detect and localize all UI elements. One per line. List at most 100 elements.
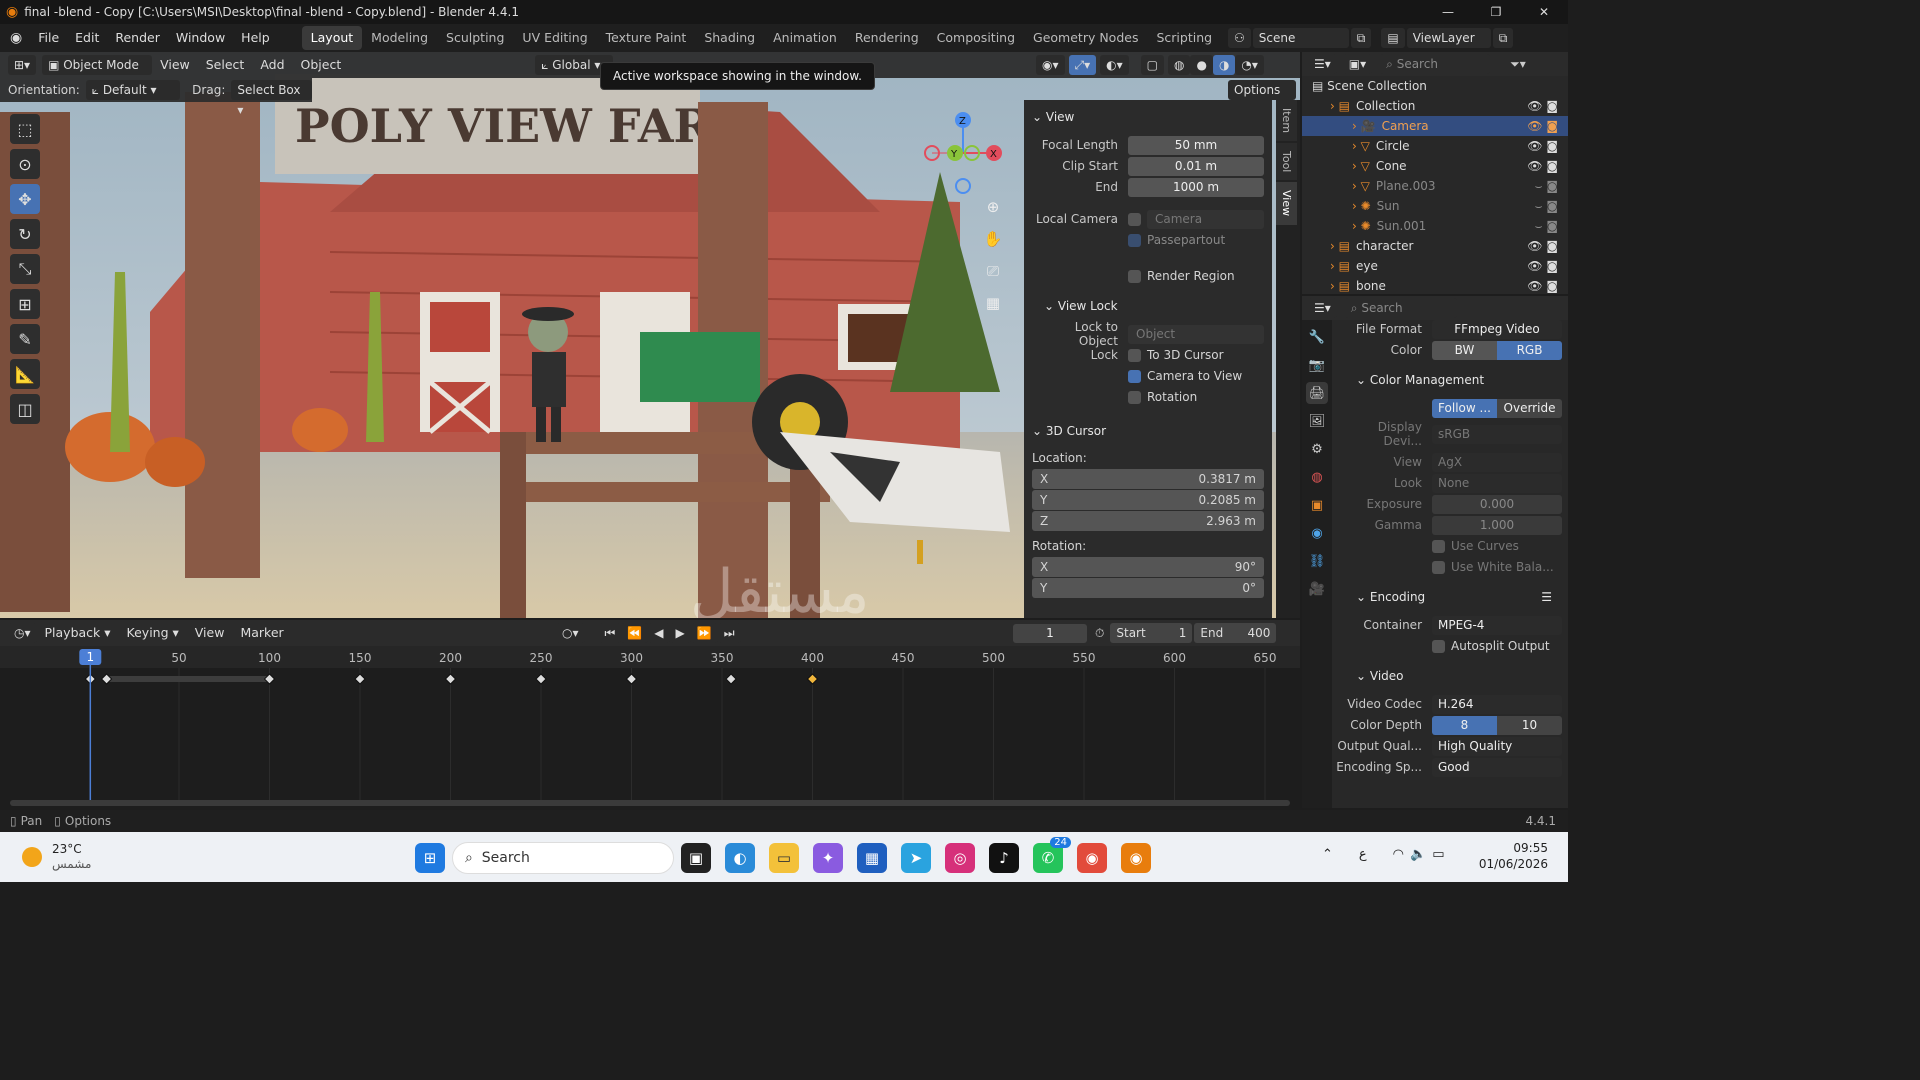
tab-layout[interactable]: Layout bbox=[301, 26, 363, 50]
shading-material-icon[interactable]: ◑ bbox=[1212, 55, 1236, 75]
battery-icon[interactable]: ▭ bbox=[1432, 847, 1444, 862]
mode-selector[interactable]: ▣ Object Mode ▾ bbox=[42, 55, 153, 92]
weather-widget[interactable]: 23°C مشمس bbox=[52, 842, 91, 872]
outliner-item-plane-003[interactable]: › ▽ Plane.003 ⌣ ◙ bbox=[1302, 176, 1568, 196]
encoding-header[interactable]: ⌄ Encoding ☰ bbox=[1336, 586, 1562, 608]
cursor-z-field[interactable]: 2.963 m bbox=[1060, 514, 1256, 528]
tab-rendering[interactable]: Rendering bbox=[846, 26, 928, 50]
follow-scene-button[interactable]: Follow ... bbox=[1432, 398, 1497, 418]
tiktok-icon[interactable]: ♪ bbox=[989, 843, 1019, 873]
visibility-eye-icon[interactable]: 👁 ◙ bbox=[1527, 136, 1558, 156]
timeline-ruler[interactable] bbox=[0, 646, 1300, 668]
jump-start-icon[interactable]: ⏮ bbox=[598, 623, 622, 643]
view-transform-dropdown[interactable]: AgX bbox=[1432, 452, 1562, 472]
override-button[interactable]: Override bbox=[1497, 398, 1562, 418]
menu-file[interactable]: File bbox=[30, 24, 67, 52]
overlay-icon[interactable]: ◐▾ bbox=[1100, 55, 1129, 75]
file-format-dropdown[interactable]: FFmpeg Video bbox=[1432, 319, 1562, 339]
look-dropdown[interactable]: None bbox=[1432, 473, 1562, 493]
timeline-scrollbar[interactable] bbox=[10, 800, 1290, 806]
file-explorer-icon[interactable]: ▭ bbox=[769, 843, 799, 873]
transform-tool-icon[interactable]: ⊞ bbox=[10, 289, 40, 319]
blender-taskbar-icon[interactable]: ◉ bbox=[1121, 843, 1151, 873]
tab-uv-editing[interactable]: UV Editing bbox=[513, 26, 596, 50]
color-rgb-button[interactable]: RGB bbox=[1497, 340, 1562, 360]
output-props-icon[interactable]: 🖨 bbox=[1306, 382, 1328, 404]
measure-tool-icon[interactable]: 📐 bbox=[10, 359, 40, 389]
use-white-balance-checkbox[interactable] bbox=[1432, 560, 1445, 574]
filter-icon[interactable]: ⏷▾ bbox=[1510, 57, 1526, 72]
viewport-menu-add[interactable]: Add bbox=[252, 51, 292, 79]
menu-window[interactable]: Window bbox=[168, 24, 233, 52]
taskbar-search-box[interactable]: ⌕ Search bbox=[452, 842, 674, 874]
depth-10-button[interactable]: 10 bbox=[1497, 715, 1562, 735]
outliner-item-sun-001[interactable]: › ✺ Sun.001 ⌣ ◙ bbox=[1302, 216, 1568, 236]
perspective-grid-icon[interactable]: ▦ bbox=[980, 294, 1006, 326]
visibility-eye-icon[interactable]: 👁 ◙ bbox=[1527, 276, 1558, 296]
move-tool-icon[interactable]: ✥ bbox=[10, 184, 40, 214]
tool-props-icon[interactable]: 🔧 bbox=[1306, 326, 1328, 348]
play-reverse-icon[interactable]: ◀ bbox=[648, 623, 670, 643]
chrome-icon[interactable]: ◉ bbox=[1077, 843, 1107, 873]
display-device-dropdown[interactable]: sRGB bbox=[1432, 424, 1562, 444]
color-bw-button[interactable]: BW bbox=[1432, 340, 1497, 360]
keyframe-diamond[interactable] bbox=[535, 673, 547, 685]
orientation-dropdown[interactable]: ⟀ Default ▾ bbox=[85, 80, 181, 100]
lock-rotation-checkbox[interactable] bbox=[1128, 390, 1141, 404]
timeline-playback-menu[interactable]: Playback ▾ bbox=[37, 619, 119, 647]
viewport-menu-view[interactable]: View bbox=[152, 51, 198, 79]
telegram-icon[interactable]: ➤ bbox=[901, 843, 931, 873]
new-viewlayer-icon[interactable]: ⧉ bbox=[1492, 28, 1514, 48]
visibility-icon[interactable]: ◉▾ bbox=[1036, 55, 1065, 75]
weather-sun-icon[interactable] bbox=[22, 847, 42, 867]
tab-shading[interactable]: Shading bbox=[695, 26, 764, 50]
outliner-item-eye[interactable]: › ▤ eye 👁 ◙ bbox=[1302, 256, 1568, 276]
outliner-item-camera[interactable]: › 🎥 Camera 👁 ◙ bbox=[1302, 116, 1568, 136]
close-button[interactable]: ✕ bbox=[1520, 0, 1568, 24]
constraints-props-icon[interactable]: ⛓ bbox=[1306, 550, 1328, 572]
tab-item[interactable]: Item bbox=[1276, 100, 1297, 142]
visibility-eye-icon[interactable]: 👁 ◙ bbox=[1527, 256, 1558, 276]
cursor-y-field[interactable]: 0.2085 m bbox=[1060, 493, 1257, 507]
camera-view-icon[interactable]: ⎚ bbox=[980, 262, 1006, 294]
scene-props-icon[interactable]: ⚙ bbox=[1306, 438, 1328, 460]
menu-edit[interactable]: Edit bbox=[67, 24, 107, 52]
auto-keying-icon[interactable]: ○▾ bbox=[556, 623, 585, 643]
keyframe-diamond[interactable] bbox=[725, 673, 737, 685]
menu-render[interactable]: Render bbox=[107, 24, 168, 52]
instagram-icon[interactable]: ◎ bbox=[945, 843, 975, 873]
tab-scripting[interactable]: Scripting bbox=[1147, 26, 1221, 50]
pan-hand-icon[interactable]: ✋ bbox=[980, 230, 1006, 262]
video-codec-dropdown[interactable]: H.264 bbox=[1432, 694, 1562, 714]
xray-icon[interactable]: ▢ bbox=[1140, 55, 1164, 75]
clip-end-field[interactable]: 1000 m bbox=[1128, 177, 1264, 197]
cursor-tool-icon[interactable]: ⊙ bbox=[10, 149, 40, 179]
object-props-icon[interactable]: ▣ bbox=[1306, 494, 1328, 516]
focal-length-field[interactable]: 50 mm bbox=[1128, 135, 1264, 155]
cursor-x-field[interactable]: 0.3817 m bbox=[1060, 472, 1257, 486]
keyframe-diamond[interactable] bbox=[625, 673, 638, 685]
input-language-indicator[interactable]: ع bbox=[1359, 847, 1367, 862]
start-frame-field[interactable]: Start 1 bbox=[1110, 623, 1193, 643]
keyframe-diamond[interactable] bbox=[263, 673, 276, 685]
tab-compositing[interactable]: Compositing bbox=[928, 26, 1024, 50]
timeline-keying-menu[interactable]: Keying ▾ bbox=[119, 619, 187, 647]
scene-collection-row[interactable]: ▤ Scene Collection bbox=[1302, 76, 1568, 96]
timeline-view-menu[interactable]: View bbox=[187, 619, 233, 647]
color-management-header[interactable]: ⌄ Color Management bbox=[1336, 369, 1562, 391]
tab-view[interactable]: View bbox=[1276, 182, 1297, 225]
shading-solid-icon[interactable]: ● bbox=[1190, 55, 1213, 75]
keyframe-diamond[interactable] bbox=[806, 673, 819, 685]
windows-start-icon[interactable]: ⊞ bbox=[415, 843, 445, 873]
tab-modeling[interactable]: Modeling bbox=[362, 26, 437, 50]
store-icon[interactable]: ▦ bbox=[857, 843, 887, 873]
outliner-item-collection[interactable]: › ▤ Collection 👁 ◙ bbox=[1302, 96, 1568, 116]
cursor-rot-y-field[interactable]: 0° bbox=[1060, 581, 1256, 595]
passepartout-checkbox[interactable] bbox=[1128, 233, 1141, 247]
render-region-checkbox[interactable] bbox=[1128, 269, 1141, 283]
editor-type-icon[interactable]: ⊞▾ bbox=[8, 55, 37, 75]
camera-to-view-checkbox[interactable] bbox=[1128, 369, 1141, 383]
cursor-rot-x-field[interactable]: 90° bbox=[1060, 560, 1256, 574]
next-keyframe-icon[interactable]: ⏩ bbox=[690, 623, 718, 643]
outliner-item-circle[interactable]: › ▽ Circle 👁 ◙ bbox=[1302, 136, 1568, 156]
